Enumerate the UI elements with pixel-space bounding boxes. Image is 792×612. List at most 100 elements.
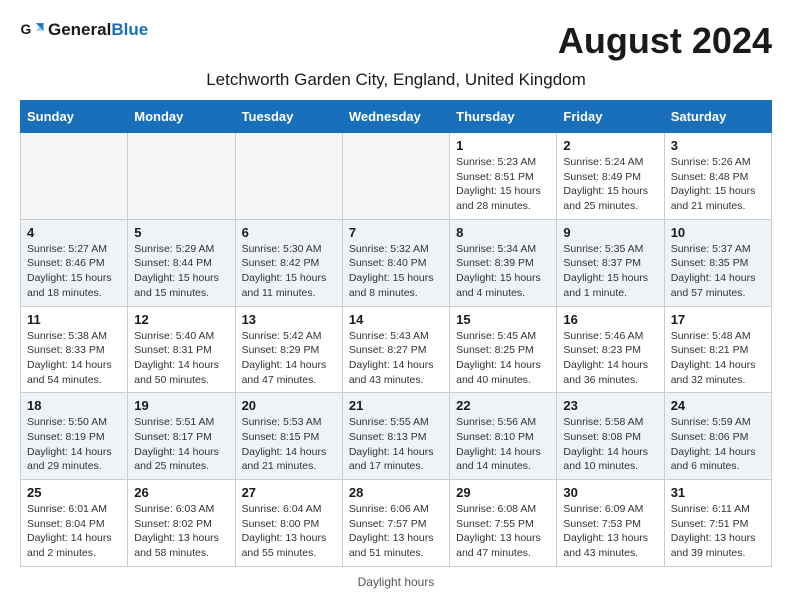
day-info: Sunrise: 5:35 AMSunset: 8:37 PMDaylight:… [563, 242, 657, 301]
day-number: 31 [671, 485, 765, 500]
calendar-cell: 30 Sunrise: 6:09 AMSunset: 7:53 PMDayligh… [557, 480, 664, 567]
calendar-cell: 14 Sunrise: 5:43 AMSunset: 8:27 PMDayligh… [342, 306, 449, 393]
day-info: Sunrise: 5:26 AMSunset: 8:48 PMDaylight:… [671, 155, 765, 214]
calendar-cell: 31 Sunrise: 6:11 AMSunset: 7:51 PMDayligh… [664, 480, 771, 567]
day-info: Sunrise: 5:37 AMSunset: 8:35 PMDaylight:… [671, 242, 765, 301]
column-header-monday: Monday [128, 101, 235, 133]
column-header-sunday: Sunday [21, 101, 128, 133]
day-number: 15 [456, 312, 550, 327]
day-info: Sunrise: 5:58 AMSunset: 8:08 PMDaylight:… [563, 415, 657, 474]
calendar-cell: 26Sunrise: 6:03 AMSunset: 8:02 PMDayligh… [128, 480, 235, 567]
day-number: 4 [27, 225, 121, 240]
day-info: Sunrise: 6:01 AMSunset: 8:04 PMDaylight:… [27, 502, 121, 561]
day-info: Sunrise: 6:03 AMSunset: 8:02 PMDaylight:… [134, 502, 228, 561]
logo-icon: G [20, 20, 44, 40]
day-info: Sunrise: 5:45 AMSunset: 8:25 PMDaylight:… [456, 329, 550, 388]
calendar-cell: 16Sunrise: 5:46 AMSunset: 8:23 PMDayligh… [557, 306, 664, 393]
location-title: Letchworth Garden City, England, United … [20, 70, 772, 90]
day-number: 17 [671, 312, 765, 327]
day-number: 6 [242, 225, 336, 240]
day-number: 5 [134, 225, 228, 240]
day-number: 20 [242, 398, 336, 413]
day-info: Sunrise: 5:43 AMSunset: 8:27 PMDaylight:… [349, 329, 443, 388]
day-info: Sunrise: 5:30 AMSunset: 8:42 PMDaylight:… [242, 242, 336, 301]
day-number: 11 [27, 312, 121, 327]
calendar-week-3: 11Sunrise: 5:38 AMSunset: 8:33 PMDayligh… [21, 306, 772, 393]
day-number: 21 [349, 398, 443, 413]
calendar-cell: 1 Sunrise: 5:23 AMSunset: 8:51 PMDaylight… [450, 133, 557, 220]
calendar-cell [21, 133, 128, 220]
calendar-cell: 25 Sunrise: 6:01 AMSunset: 8:04 PMDayligh… [21, 480, 128, 567]
day-number: 23 [563, 398, 657, 413]
calendar-cell: 2 Sunrise: 5:24 AMSunset: 8:49 PMDaylight… [557, 133, 664, 220]
day-info: Sunrise: 6:06 AMSunset: 7:57 PMDaylight:… [349, 502, 443, 561]
page-header: G GeneralBlue August 2024 [20, 20, 772, 62]
footer-note-text: Daylight hours [358, 575, 435, 589]
column-header-thursday: Thursday [450, 101, 557, 133]
calendar-cell: 4Sunrise: 5:27 AMSunset: 8:46 PMDaylight… [21, 219, 128, 306]
day-number: 25 [27, 485, 121, 500]
day-number: 8 [456, 225, 550, 240]
day-info: Sunrise: 5:53 AMSunset: 8:15 PMDaylight:… [242, 415, 336, 474]
day-info: Sunrise: 5:56 AMSunset: 8:10 PMDaylight:… [456, 415, 550, 474]
calendar-cell: 10Sunrise: 5:37 AMSunset: 8:35 PMDayligh… [664, 219, 771, 306]
calendar-cell [342, 133, 449, 220]
calendar-cell: 22Sunrise: 5:56 AMSunset: 8:10 PMDayligh… [450, 393, 557, 480]
day-number: 27 [242, 485, 336, 500]
calendar-week-1: 1 Sunrise: 5:23 AMSunset: 8:51 PMDaylight… [21, 133, 772, 220]
day-info: Sunrise: 6:04 AMSunset: 8:00 PMDaylight:… [242, 502, 336, 561]
day-number: 2 [563, 138, 657, 153]
day-number: 14 [349, 312, 443, 327]
svg-text:G: G [20, 21, 31, 37]
day-number: 29 [456, 485, 550, 500]
day-number: 3 [671, 138, 765, 153]
calendar-cell: 23 Sunrise: 5:58 AMSunset: 8:08 PMDayligh… [557, 393, 664, 480]
day-info: Sunrise: 5:50 AMSunset: 8:19 PMDaylight:… [27, 415, 121, 474]
calendar-cell: 19Sunrise: 5:51 AMSunset: 8:17 PMDayligh… [128, 393, 235, 480]
day-info: Sunrise: 6:09 AMSunset: 7:53 PMDaylight:… [563, 502, 657, 561]
day-number: 1 [456, 138, 550, 153]
calendar-cell: 17 Sunrise: 5:48 AMSunset: 8:21 PMDayligh… [664, 306, 771, 393]
logo-blue: Blue [111, 20, 148, 39]
column-header-friday: Friday [557, 101, 664, 133]
day-info: Sunrise: 6:11 AMSunset: 7:51 PMDaylight:… [671, 502, 765, 561]
calendar-cell: 21 Sunrise: 5:55 AMSunset: 8:13 PMDayligh… [342, 393, 449, 480]
logo: G GeneralBlue [20, 20, 148, 40]
day-number: 7 [349, 225, 443, 240]
footer-note: Daylight hours [20, 575, 772, 589]
day-number: 28 [349, 485, 443, 500]
day-info: Sunrise: 5:24 AMSunset: 8:49 PMDaylight:… [563, 155, 657, 214]
calendar-cell: 3 Sunrise: 5:26 AMSunset: 8:48 PMDaylight… [664, 133, 771, 220]
day-info: Sunrise: 5:55 AMSunset: 8:13 PMDaylight:… [349, 415, 443, 474]
day-number: 24 [671, 398, 765, 413]
calendar-cell: 27 Sunrise: 6:04 AMSunset: 8:00 PMDayligh… [235, 480, 342, 567]
calendar-week-5: 25 Sunrise: 6:01 AMSunset: 8:04 PMDayligh… [21, 480, 772, 567]
calendar-cell: 6 Sunrise: 5:30 AMSunset: 8:42 PMDaylight… [235, 219, 342, 306]
calendar-cell: 18 Sunrise: 5:50 AMSunset: 8:19 PMDayligh… [21, 393, 128, 480]
calendar-cell: 13 Sunrise: 5:42 AMSunset: 8:29 PMDayligh… [235, 306, 342, 393]
calendar-cell: 8 Sunrise: 5:34 AMSunset: 8:39 PMDaylight… [450, 219, 557, 306]
day-number: 13 [242, 312, 336, 327]
day-number: 30 [563, 485, 657, 500]
calendar-cell: 24 Sunrise: 5:59 AMSunset: 8:06 PMDayligh… [664, 393, 771, 480]
day-number: 9 [563, 225, 657, 240]
calendar-cell: 20 Sunrise: 5:53 AMSunset: 8:15 PMDayligh… [235, 393, 342, 480]
day-info: Sunrise: 5:59 AMSunset: 8:06 PMDaylight:… [671, 415, 765, 474]
day-number: 16 [563, 312, 657, 327]
column-header-saturday: Saturday [664, 101, 771, 133]
day-info: Sunrise: 5:23 AMSunset: 8:51 PMDaylight:… [456, 155, 550, 214]
calendar-table: SundayMondayTuesdayWednesdayThursdayFrid… [20, 100, 772, 567]
calendar-header-row: SundayMondayTuesdayWednesdayThursdayFrid… [21, 101, 772, 133]
day-number: 18 [27, 398, 121, 413]
day-number: 12 [134, 312, 228, 327]
day-info: Sunrise: 5:34 AMSunset: 8:39 PMDaylight:… [456, 242, 550, 301]
day-info: Sunrise: 5:42 AMSunset: 8:29 PMDaylight:… [242, 329, 336, 388]
day-info: Sunrise: 5:48 AMSunset: 8:21 PMDaylight:… [671, 329, 765, 388]
logo-text-container: GeneralBlue [48, 20, 148, 40]
day-info: Sunrise: 5:29 AMSunset: 8:44 PMDaylight:… [134, 242, 228, 301]
calendar-week-2: 4Sunrise: 5:27 AMSunset: 8:46 PMDaylight… [21, 219, 772, 306]
column-header-tuesday: Tuesday [235, 101, 342, 133]
calendar-week-4: 18 Sunrise: 5:50 AMSunset: 8:19 PMDayligh… [21, 393, 772, 480]
calendar-cell: 5 Sunrise: 5:29 AMSunset: 8:44 PMDaylight… [128, 219, 235, 306]
calendar-cell: 15 Sunrise: 5:45 AMSunset: 8:25 PMDayligh… [450, 306, 557, 393]
